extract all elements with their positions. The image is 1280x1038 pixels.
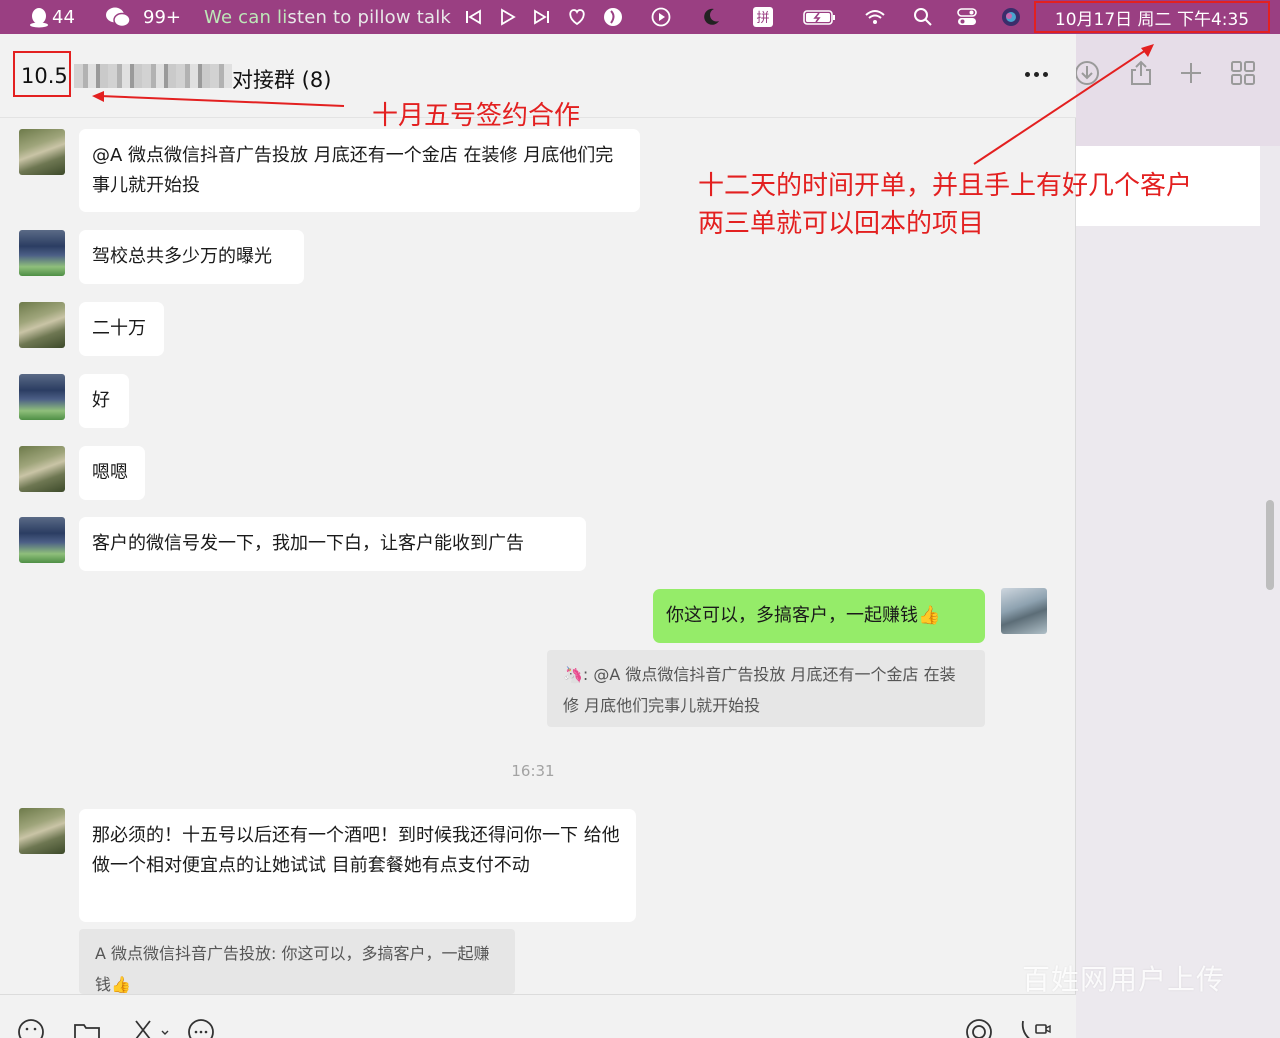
annotation-line-1: 十二天的时间开单，并且手上有好几个客户 [698, 171, 1193, 201]
annotation-sign-date: 十月五号签约合作 [372, 101, 581, 131]
watermark: 百姓网用户上传 [1022, 963, 1226, 996]
annotation-line-2: 两三单就可以回本的项目 [698, 209, 985, 239]
annotation-arrows [92, 44, 1154, 165]
